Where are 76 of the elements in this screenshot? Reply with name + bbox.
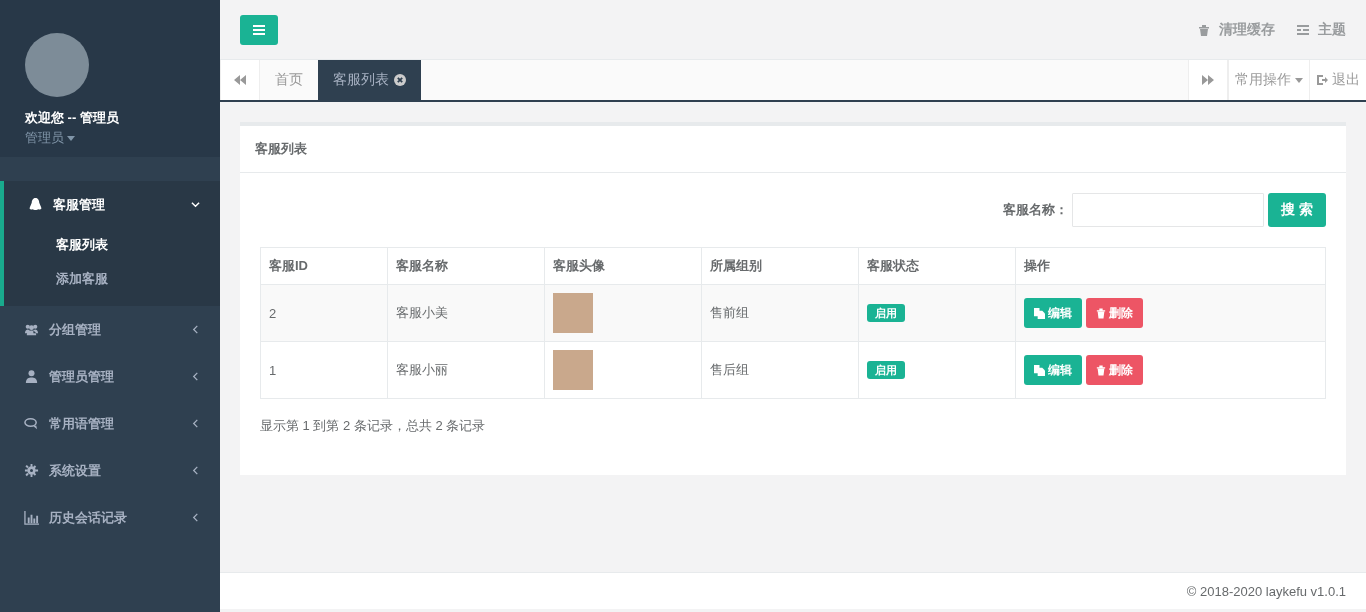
menu-icon [253,24,265,35]
tab[interactable]: 首页 [260,60,318,100]
chevron-down-icon [191,200,200,209]
trash-icon [1096,307,1107,319]
status-badge: 启用 [867,361,906,379]
status-badge: 启用 [867,304,906,322]
delete-button[interactable]: 删除 [1086,298,1144,328]
double-left-icon [234,75,246,85]
nav-label: 常用语管理 [49,414,115,433]
column-header: 客服状态 [858,247,1016,285]
search-button[interactable]: 搜 索 [1268,193,1326,227]
welcome-text: 欢迎您 -- 管理员 [25,109,120,127]
header-link[interactable]: 清理缓存 [1198,20,1275,39]
photo-placeholder [553,350,594,390]
column-header: 操作 [1016,247,1326,285]
double-right-icon [1202,75,1214,85]
tab[interactable]: 客服列表 [318,60,421,100]
bar-chart-icon [24,510,39,525]
sidebar-subitem[interactable]: 客服列表 [4,228,108,262]
chevron-left-icon [191,513,200,522]
chevron-left-icon [191,372,200,381]
search-label: 客服名称： [1003,201,1068,219]
sidebar-item[interactable]: 系统设置 [0,447,220,494]
table-cell: 客服小丽 [387,341,545,399]
nav-label: 历史会话记录 [49,508,128,527]
caret-icon [1295,77,1303,83]
column-header: 客服头像 [544,247,702,285]
copy-icon [1034,307,1046,319]
close-icon [394,74,406,86]
column-header: 客服名称 [387,247,545,285]
sidebar-item[interactable]: 常用语管理 [0,400,220,447]
nav-label: 客服管理 [53,195,106,214]
chat-icon [24,416,39,431]
menu-button[interactable] [240,14,278,45]
column-header: 所属组别 [701,247,859,285]
edit-button[interactable]: 编辑 [1024,355,1083,385]
table-cell: 售后组 [701,341,859,399]
table-cell: 1 [260,341,388,399]
table-cell: 客服小美 [387,284,545,342]
sidebar-subitem[interactable]: 添加客服 [4,262,108,296]
chevron-left-icon [191,419,200,428]
role-dropdown[interactable]: 管理员 [25,129,75,147]
trash-icon [1198,23,1210,36]
table-cell: 2 [260,284,388,342]
card-title: 客服列表 [240,126,1346,173]
sidebar-item[interactable]: 分组管理 [0,306,220,353]
sidebar-item[interactable]: 管理员管理 [0,353,220,400]
copy-icon [1034,364,1046,376]
nav-label: 分组管理 [49,320,102,339]
footer-text: © 2018-2020 laykefu v1.0.1 [1186,583,1346,599]
header-link[interactable]: 主题 [1297,20,1346,39]
caret-icon [67,135,75,141]
nav-label: 管理员管理 [49,367,115,386]
user-icon [24,369,39,384]
logout-button[interactable]: 退出 [1309,60,1366,100]
chevron-left-icon [191,466,200,475]
scroll-left-button[interactable] [220,60,260,100]
chevron-left-icon [191,325,200,334]
search-field[interactable] [1072,193,1264,227]
column-header: 客服ID [260,247,388,285]
list-icon [1297,23,1309,36]
pagination-info: 显示第 1 到第 2 条记录，总共 2 条记录 [260,417,486,435]
gear-icon [24,463,39,478]
users-icon [24,322,39,337]
delete-button[interactable]: 删除 [1086,355,1144,385]
actions-dropdown[interactable]: 常用操作 [1228,60,1309,100]
edit-button[interactable]: 编辑 [1024,298,1083,328]
sidebar-item[interactable]: 客服管理 [4,181,220,228]
trash-icon [1096,364,1107,376]
penguin-icon [28,197,43,212]
photo-placeholder [553,293,594,333]
sidebar-item[interactable]: 历史会话记录 [0,494,220,541]
table-cell: 售前组 [701,284,859,342]
nav-label: 系统设置 [49,461,102,480]
sign-out-icon [1316,74,1328,86]
scroll-right-button[interactable] [1188,60,1228,100]
